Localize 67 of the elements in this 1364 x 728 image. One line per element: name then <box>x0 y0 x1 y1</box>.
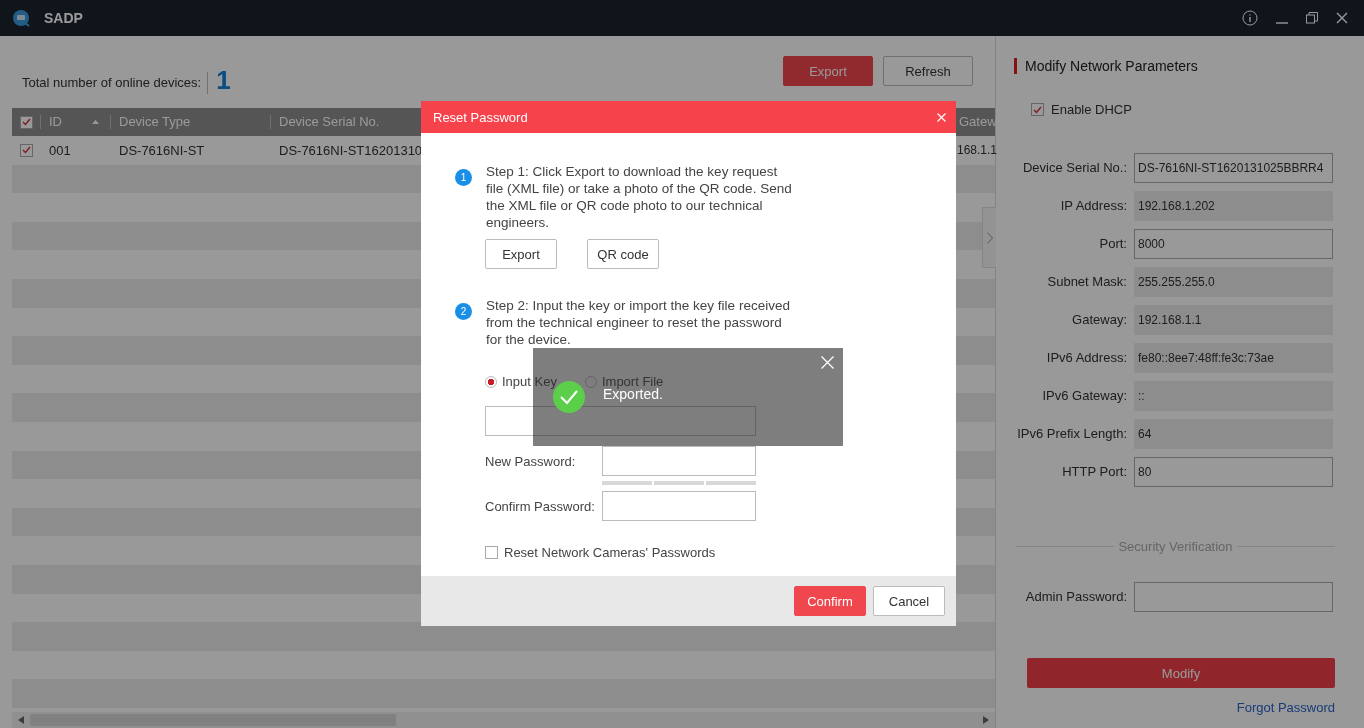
export-button[interactable]: Export <box>485 239 557 269</box>
table-cell: 001 <box>49 142 71 158</box>
chevron-right-icon <box>986 231 993 244</box>
field-label: HTTP Port: <box>1061 464 1127 480</box>
table-cell: DS-7616NI-ST16201310 <box>279 142 423 158</box>
checkbox-label: Reset Network Cameras' Passwords <box>504 545 716 560</box>
toast-message: Exported. <box>603 386 663 402</box>
close-icon[interactable] <box>1336 12 1348 24</box>
field-label: Gateway: <box>1071 312 1127 328</box>
field-label: Admin Password: <box>1024 589 1127 605</box>
password-field[interactable] <box>602 446 756 476</box>
close-icon[interactable] <box>937 112 946 122</box>
password-field[interactable] <box>1134 582 1333 612</box>
password-field[interactable] <box>602 491 756 521</box>
radio-button[interactable] <box>584 375 597 388</box>
field-label: New Password: <box>485 453 576 469</box>
qr-code-button[interactable]: QR code <box>587 239 659 269</box>
step-number: 1 <box>455 169 472 186</box>
scroll-left-icon[interactable] <box>18 716 24 724</box>
radio-button[interactable] <box>485 375 497 388</box>
field-label: Port: <box>1098 236 1127 252</box>
field-label: IPv6 Address: <box>1045 350 1127 366</box>
refresh-button[interactable]: Refresh <box>883 56 973 86</box>
row-checkbox[interactable] <box>19 143 33 157</box>
app-logo-icon <box>12 9 30 27</box>
column-header[interactable]: Gatew <box>959 115 997 129</box>
device-count: 1 <box>216 66 231 94</box>
checkbox[interactable] <box>485 546 498 559</box>
restore-icon[interactable] <box>1306 12 1318 24</box>
input-field[interactable]: 8000 <box>1134 229 1333 259</box>
forgot-password-link[interactable]: Forgot Password <box>1236 700 1335 715</box>
step-number: 2 <box>455 303 472 320</box>
field-label: Confirm Password: <box>485 498 595 514</box>
confirm-button[interactable]: Confirm <box>794 586 866 616</box>
device-count-label: Total number of online devices: <box>22 72 209 94</box>
app-title: SADP <box>44 10 83 26</box>
info-icon[interactable] <box>1242 10 1258 26</box>
field-label: IP Address: <box>1059 198 1127 214</box>
close-icon[interactable] <box>821 356 834 369</box>
column-header[interactable]: Device Serial No. <box>279 115 380 129</box>
table-cell: DS-7616NI-ST <box>119 142 205 158</box>
dialog-title: Reset Password <box>433 109 528 125</box>
table-cell: 168.1.1 <box>957 143 998 158</box>
radio-label: Import File <box>601 374 664 389</box>
export-button[interactable]: Export <box>783 56 873 86</box>
collapse-handle[interactable] <box>982 207 996 268</box>
field-label: Device Serial No.: <box>1021 160 1127 176</box>
horizontal-scrollbar[interactable] <box>12 712 995 728</box>
field-label: IPv6 Gateway: <box>1041 388 1127 404</box>
radio-label: Input Key <box>502 374 557 389</box>
input-field[interactable]: DS-7616NI-ST1620131025BBRR4 <box>1134 153 1333 183</box>
field-label: Subnet Mask: <box>1046 274 1127 290</box>
column-header[interactable]: Device Type <box>119 115 191 129</box>
input-field[interactable]: 80 <box>1134 457 1333 487</box>
dhcp-checkbox[interactable] <box>1031 103 1044 116</box>
cancel-button[interactable]: Cancel <box>873 586 945 616</box>
field-label: IPv6 Prefix Length: <box>1016 426 1127 442</box>
dhcp-label: Enable DHCP <box>1051 102 1132 117</box>
key-input-field[interactable] <box>485 406 756 436</box>
sort-icon[interactable] <box>92 120 99 124</box>
step-text: Step 1: Click Export to download the key request file (XML file) or take a photo of the QR code. Send the XML file or QR code photo to our technical engineers. <box>486 163 793 231</box>
scroll-right-icon[interactable] <box>983 716 989 724</box>
panel-title: Modify Network Parameters <box>1014 58 1335 74</box>
modify-button[interactable]: Modify <box>1027 658 1335 688</box>
column-header[interactable]: ID <box>49 115 62 129</box>
select-all-checkbox[interactable] <box>19 115 33 129</box>
step-text: Step 2: Input the key or import the key file received from the technical engineer to reset the password for the device. <box>486 297 791 348</box>
